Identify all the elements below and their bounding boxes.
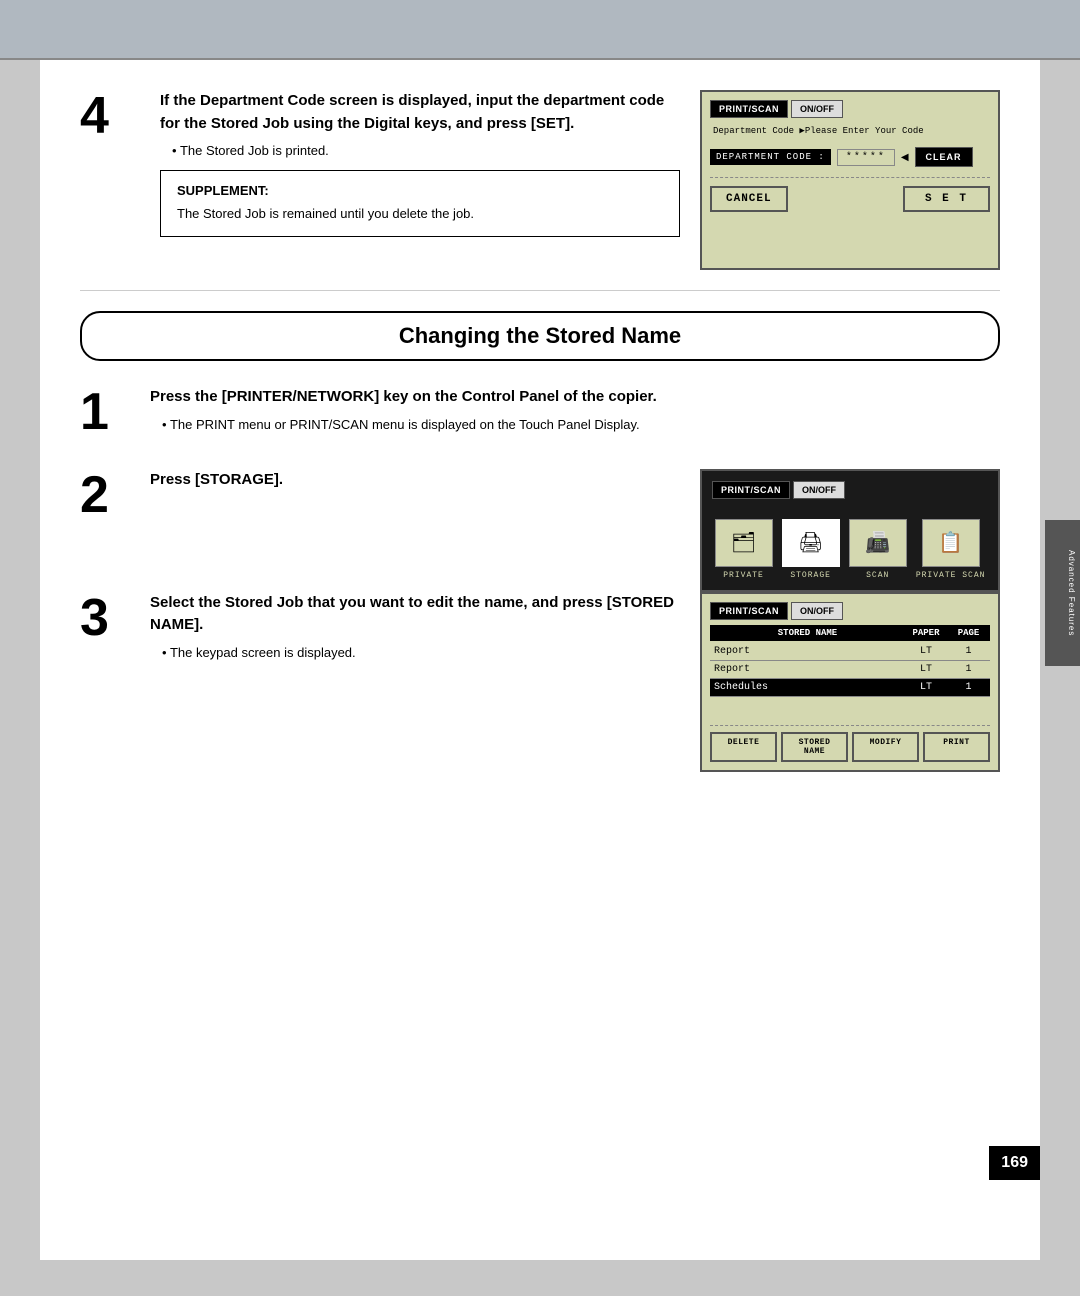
list-row-1-paper: LT [901,646,951,657]
step4-code-row: DEPARTMENT CODE : ***** ◀ CLEAR [710,147,990,167]
page-number: 169 [989,1146,1040,1180]
private-icon: 🗂 [715,519,773,567]
step3-lcd-top: PRINT/SCAN ON/OFF [710,602,990,620]
step2-number: 2 [80,469,130,592]
step1-text: Press the [PRINTER/NETWORK] key on the C… [150,386,1000,444]
step3-list-header: STORED NAME PAPER PAGE [710,625,990,641]
step4-section: 4 If the Department Code screen is displ… [80,90,1000,270]
step3-on-off-btn: ON/OFF [791,602,843,620]
col-paper: PAPER [901,628,951,638]
step3-number: 3 [80,592,130,772]
step2-text: Press [STORAGE]. [150,469,680,592]
section-header-title: Changing the Stored Name [82,323,998,349]
clear-button[interactable]: CLEAR [915,147,973,167]
list-row-2[interactable]: Report LT 1 [710,661,990,679]
step4-title: If the Department Code screen is display… [160,90,680,135]
step2-scan-icon[interactable]: 📠 SCAN [849,519,907,580]
delete-button[interactable]: DELETE [710,732,777,762]
step4-bottom-row: CANCEL S E T [710,177,990,212]
col-page: PAGE [951,628,986,638]
step1-bullet: The PRINT menu or PRINT/SCAN menu is dis… [162,417,1000,432]
step3-bullet: The keypad screen is displayed. [162,645,680,660]
storage-icon: 🖨 [782,519,840,567]
supplement-text: The Stored Job is remained until you del… [177,204,663,224]
section-header: Changing the Stored Name [80,311,1000,361]
private-scan-label: PRIVATE SCAN [916,571,986,580]
step4-lcd: PRINT/SCAN ON/OFF Department Code ▶Pleas… [700,90,1000,270]
step3-section: 3 Select the Stored Job that you want to… [80,592,1000,772]
step4-arrow: ◀ [901,152,909,163]
step1-title: Press the [PRINTER/NETWORK] key on the C… [150,386,1000,409]
step4-left: 4 If the Department Code screen is displ… [80,90,680,267]
scan-icon: 📠 [849,519,907,567]
side-tab: Advanced Features [1045,520,1080,666]
step2-print-scan-btn: PRINT/SCAN [712,481,790,499]
step3-lcd: PRINT/SCAN ON/OFF STORED NAME PAPER PAGE… [700,592,1000,772]
step4-row: 4 If the Department Code screen is displ… [80,90,680,237]
step4-dept-label: DEPARTMENT CODE : [710,149,831,165]
step4-lcd-top: PRINT/SCAN ON/OFF [710,100,990,118]
step3-title: Select the Stored Job that you want to e… [150,592,680,637]
step2-private-scan-icon[interactable]: 📋 PRIVATE SCAN [916,519,986,580]
stored-name-button[interactable]: STORED NAME [781,732,848,762]
step4-on-off-btn: ON/OFF [791,100,843,118]
step4-bullet: The Stored Job is printed. [172,143,680,158]
modify-button[interactable]: MODIFY [852,732,919,762]
step2-private-icon[interactable]: 🗂 PRIVATE [715,519,773,580]
divider [80,290,1000,291]
step3-list-buttons: DELETE STORED NAME MODIFY PRINT [710,725,990,762]
list-row-3[interactable]: Schedules LT 1 [710,679,990,697]
list-row-2-paper: LT [901,664,951,675]
col-stored-name: STORED NAME [714,628,901,638]
list-empty-row [710,697,990,717]
step2-section: 2 Press [STORAGE]. PRINT/SCAN ON/OFF 🗂 P… [80,469,1000,592]
step2-lcd-top: PRINT/SCAN ON/OFF [712,481,988,499]
step2-title: Press [STORAGE]. [150,469,680,492]
step2-on-off-btn: ON/OFF [793,481,845,499]
list-row-1-name: Report [714,646,901,657]
top-bar [0,0,1080,60]
list-row-1[interactable]: Report LT 1 [710,643,990,661]
step2-storage-icon[interactable]: 🖨 STORAGE [782,519,840,580]
private-scan-icon: 📋 [922,519,980,567]
page-content: 4 If the Department Code screen is displ… [40,60,1040,1260]
step4-print-scan-btn: PRINT/SCAN [710,100,788,118]
step1-section: 1 Press the [PRINTER/NETWORK] key on the… [80,386,1000,444]
list-row-3-paper: LT [901,682,951,693]
step4-number: 4 [80,90,130,237]
list-row-2-page: 1 [951,664,986,675]
storage-label: STORAGE [790,571,831,580]
step4-dept-line: Department Code ▶Please Enter Your Code [710,123,990,139]
step4-stars: ***** [837,149,895,166]
supplement-box: SUPPLEMENT: The Stored Job is remained u… [160,170,680,237]
step3-text: Select the Stored Job that you want to e… [150,592,680,772]
set-button[interactable]: S E T [903,186,990,212]
step4-text: If the Department Code screen is display… [160,90,680,237]
cancel-button[interactable]: CANCEL [710,186,788,212]
step2-lcd: PRINT/SCAN ON/OFF 🗂 PRIVATE 🖨 STORAGE 📠 … [700,469,1000,592]
step3-print-scan-btn: PRINT/SCAN [710,602,788,620]
scan-label: SCAN [866,571,889,580]
list-row-3-name: Schedules [714,682,901,693]
list-row-2-name: Report [714,664,901,675]
list-row-3-page: 1 [951,682,986,693]
list-row-1-page: 1 [951,646,986,657]
print-button[interactable]: PRINT [923,732,990,762]
private-label: PRIVATE [723,571,764,580]
step2-icons-row: 🗂 PRIVATE 🖨 STORAGE 📠 SCAN 📋 PRIVATE SCA… [712,519,988,580]
supplement-title: SUPPLEMENT: [177,183,663,198]
step1-number: 1 [80,386,130,438]
